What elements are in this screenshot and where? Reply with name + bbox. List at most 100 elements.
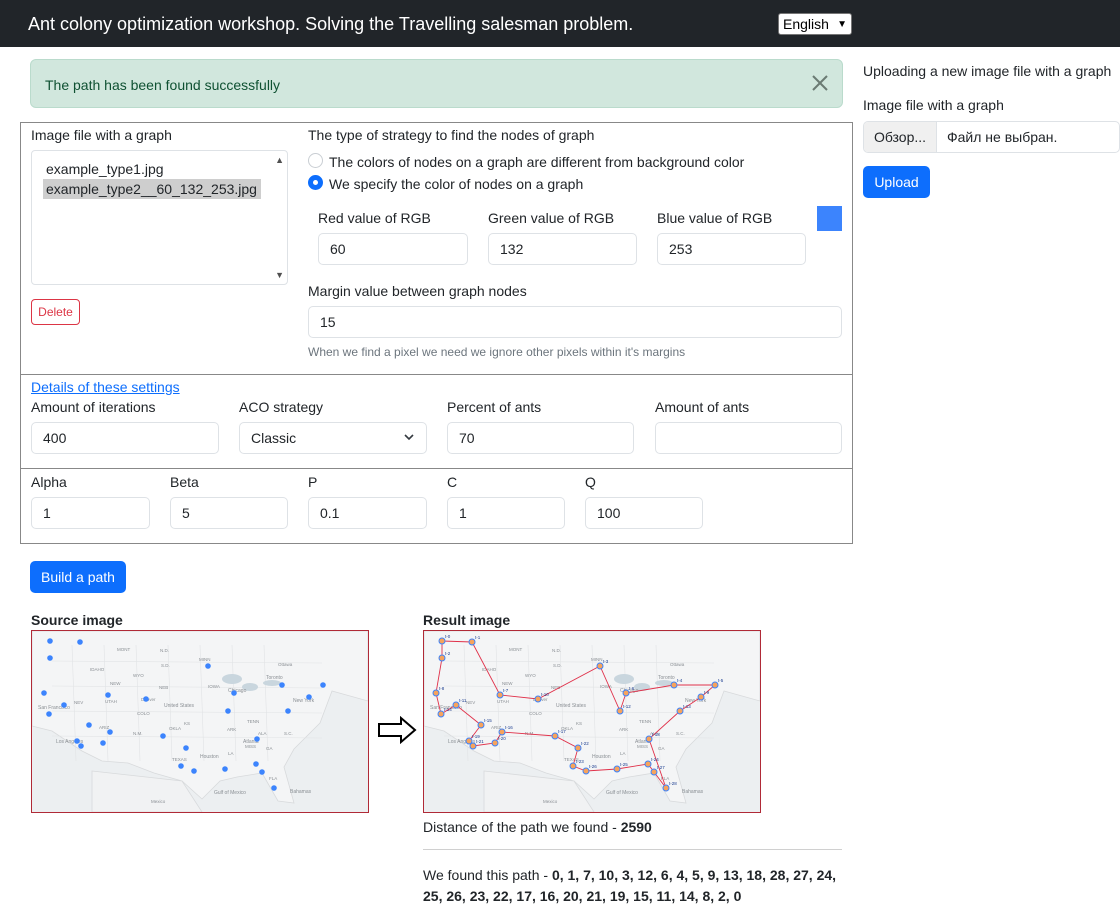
- node-label: t-24: [651, 757, 659, 762]
- arrow-right-icon: [378, 716, 417, 744]
- radio-specify-color[interactable]: [308, 175, 323, 190]
- map-label: N.D.: [552, 648, 561, 653]
- red-label: Red value of RGB: [318, 210, 431, 226]
- radio-color-different-label: The colors of nodes on a graph are diffe…: [329, 154, 745, 170]
- node-label: t-7: [503, 688, 509, 693]
- image-file-label: Image file with a graph: [31, 127, 172, 143]
- margin-input[interactable]: 15: [308, 306, 842, 338]
- path-label: We found this path -: [423, 867, 552, 883]
- beta-input[interactable]: 5: [170, 497, 288, 529]
- map-label: United States: [556, 703, 587, 709]
- map-label: Houston: [200, 754, 219, 760]
- map-label: GA: [658, 746, 665, 751]
- graph-node: [306, 694, 312, 700]
- graph-node: [77, 639, 83, 645]
- chevron-down-icon: ▼: [837, 19, 847, 30]
- alpha-input[interactable]: 1: [31, 497, 150, 529]
- graph-node: [41, 690, 47, 696]
- c-label: C: [447, 474, 458, 490]
- graph-node: [271, 785, 277, 791]
- map-label: IOWA: [208, 684, 220, 689]
- close-icon[interactable]: [810, 72, 830, 94]
- details-link[interactable]: Details of these settings: [31, 379, 180, 395]
- file-input[interactable]: Обзор... Файл не выбран.: [863, 121, 1120, 153]
- node-label: t-21: [476, 739, 484, 744]
- graph-node: [279, 682, 285, 688]
- delete-button[interactable]: Delete: [31, 299, 80, 325]
- graph-node: [225, 708, 231, 714]
- navbar: Ant colony optimization workshop. Solvin…: [0, 0, 1120, 47]
- red-input[interactable]: 60: [318, 233, 468, 265]
- scroll-down-icon[interactable]: ▼: [275, 270, 284, 280]
- source-image: United States Mexico Gulf of Mexico Bahamas…: [31, 630, 369, 813]
- node-label: t-16: [505, 725, 513, 730]
- map-label: KS: [184, 721, 190, 726]
- distance-label: Distance of the path we found -: [423, 819, 621, 835]
- node-label: t-15: [484, 718, 492, 723]
- node-label: t-23: [576, 759, 584, 764]
- aco-strategy-value: Classic: [251, 430, 297, 446]
- map-label: Chicago: [228, 688, 247, 694]
- radio-color-different[interactable]: [308, 153, 323, 168]
- map-label: FLA: [269, 776, 277, 781]
- node-label: t-9: [704, 690, 710, 695]
- divider: [423, 849, 842, 850]
- p-input[interactable]: 0.1: [308, 497, 427, 529]
- map-label: United States: [164, 703, 195, 709]
- map-label: ARK: [619, 727, 628, 732]
- green-label: Green value of RGB: [488, 210, 615, 226]
- map-label: MONT: [509, 647, 522, 652]
- node-label: t-20: [498, 736, 506, 741]
- graph-node: [78, 743, 84, 749]
- graph-node: [222, 766, 228, 772]
- graph-node: [107, 729, 113, 735]
- graph-node: [143, 696, 149, 702]
- upload-button[interactable]: Upload: [863, 166, 930, 198]
- chevron-down-icon: [404, 434, 414, 441]
- graph-node: [160, 733, 166, 739]
- graph-node: [285, 708, 291, 714]
- node-label: t-6: [629, 686, 635, 691]
- map-label: TEXAS: [172, 757, 187, 762]
- image-file-list[interactable]: example_type1.jpg example_type2__60_132_…: [31, 150, 288, 285]
- map-label: WYO: [133, 673, 144, 678]
- map-label: MISS: [245, 744, 256, 749]
- list-item-selected[interactable]: example_type2__60_132_253.jpg: [43, 179, 261, 199]
- node-label: t-5: [718, 678, 724, 683]
- graph-node: [254, 736, 260, 742]
- upload-file-label: Image file with a graph: [863, 97, 1004, 113]
- build-path-button[interactable]: Build a path: [30, 561, 126, 593]
- language-select[interactable]: English ▼: [778, 13, 852, 35]
- green-input[interactable]: 132: [488, 233, 637, 265]
- map-label: NEB: [159, 685, 168, 690]
- blue-label: Blue value of RGB: [657, 210, 773, 226]
- map-label: S.D.: [161, 663, 170, 668]
- source-image-title: Source image: [31, 612, 123, 628]
- c-input[interactable]: 1: [447, 497, 565, 529]
- aco-strategy-select[interactable]: Classic: [239, 422, 427, 454]
- app-title: Ant colony optimization workshop. Solvin…: [28, 14, 634, 34]
- blue-input[interactable]: 253: [657, 233, 806, 265]
- browse-button[interactable]: Обзор...: [864, 122, 937, 152]
- iterations-input[interactable]: 400: [31, 422, 219, 454]
- no-file-text: Файл не выбран.: [947, 129, 1058, 145]
- map-label: UTAH: [497, 699, 509, 704]
- radio-specify-color-label: We specify the color of nodes on a graph: [329, 176, 584, 192]
- percent-input[interactable]: 70: [447, 422, 634, 454]
- percent-label: Percent of ants: [447, 399, 542, 415]
- map-label: OKLA: [169, 726, 181, 731]
- margin-help-text: When we find a pixel we need we ignore o…: [308, 345, 686, 359]
- graph-node: [231, 690, 237, 696]
- node-label: t-22: [581, 741, 589, 746]
- map-label: COLO: [137, 711, 150, 716]
- map-label: N.D.: [160, 648, 169, 653]
- ants-input[interactable]: [655, 422, 842, 454]
- result-image-title: Result image: [423, 612, 511, 628]
- alert-message: The path has been found successfully: [45, 77, 281, 93]
- map-label: Mexico: [543, 799, 558, 804]
- q-label: Q: [585, 474, 596, 490]
- list-item[interactable]: example_type1.jpg: [43, 159, 167, 179]
- q-input[interactable]: 100: [585, 497, 703, 529]
- scroll-up-icon[interactable]: ▲: [275, 155, 284, 165]
- map-label: New York: [293, 698, 315, 704]
